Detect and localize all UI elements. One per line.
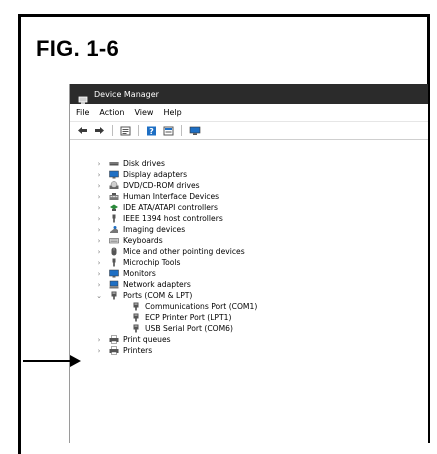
tree-item-ide-controllers[interactable]: › IDE ATA/ATAPI controllers (95, 202, 218, 213)
printer-icon (109, 346, 119, 355)
toolbar-separator (181, 125, 182, 136)
tree-item-label: Microchip Tools (123, 258, 181, 267)
tree-item-network-adapters[interactable]: › Network adapters (95, 279, 191, 290)
monitor-icon (109, 269, 119, 278)
tree-item-disk-drives[interactable]: › Disk drives (95, 158, 165, 169)
tree-item-label: Print queues (123, 335, 171, 344)
figure-label: FIG. 1-6 (36, 36, 120, 61)
display-adapter-icon (109, 170, 119, 179)
chevron-right-icon[interactable]: › (95, 347, 103, 355)
chevron-right-icon[interactable]: › (95, 237, 103, 245)
port-icon (131, 302, 141, 311)
tree-item-keyboards[interactable]: › Keyboards (95, 235, 163, 246)
toolbar: ? (70, 122, 428, 140)
menu-help[interactable]: Help (163, 108, 181, 117)
tree-item-label: Mice and other pointing devices (123, 247, 245, 256)
update-driver-icon[interactable] (162, 125, 175, 137)
chevron-right-icon[interactable]: › (95, 336, 103, 344)
tree-item-label: IEEE 1394 host controllers (123, 214, 223, 223)
connector-icon (109, 258, 119, 267)
tree-item-label: Monitors (123, 269, 156, 278)
chevron-right-icon[interactable]: › (95, 281, 103, 289)
disk-drive-icon (109, 159, 119, 168)
tree-child-com6[interactable]: USB Serial Port (COM6) (131, 323, 233, 334)
tree-item-label: ECP Printer Port (LPT1) (145, 313, 232, 322)
back-arrow-icon[interactable] (76, 125, 89, 137)
ieee1394-icon (109, 214, 119, 223)
tree-item-label: Disk drives (123, 159, 165, 168)
mouse-icon (109, 247, 119, 256)
port-icon (109, 291, 119, 300)
tree-item-printers[interactable]: › Printers (95, 345, 153, 356)
ide-controller-icon (109, 203, 119, 212)
tree-child-lpt1[interactable]: ECP Printer Port (LPT1) (131, 312, 231, 323)
window-title: Device Manager (94, 89, 159, 99)
callout-arrow-line (23, 360, 71, 362)
tree-item-ieee1394[interactable]: › IEEE 1394 host controllers (95, 213, 223, 224)
tree-item-display-adapters[interactable]: › Display adapters (95, 169, 188, 180)
callout-arrow-icon (70, 355, 81, 367)
device-manager-window: Device Manager File Action View Help ? ›… (69, 84, 428, 443)
tree-item-label: DVD/CD-ROM drives (123, 181, 200, 190)
chevron-right-icon[interactable]: › (95, 182, 103, 190)
tree-item-ports[interactable]: ⌄ Ports (COM & LPT) (95, 290, 192, 301)
properties-icon[interactable] (119, 125, 132, 137)
menu-view[interactable]: View (134, 108, 153, 117)
chevron-right-icon[interactable]: › (95, 215, 103, 223)
tree-item-human-interface-devices[interactable]: › Human Interface Devices (95, 191, 220, 202)
printer-icon (109, 335, 119, 344)
port-icon (131, 324, 141, 333)
tree-item-label: USB Serial Port (COM6) (145, 324, 233, 333)
menu-action[interactable]: Action (99, 108, 124, 117)
hid-icon (109, 192, 119, 201)
scan-monitor-icon[interactable] (188, 125, 201, 137)
network-adapter-icon (109, 280, 119, 289)
tree-item-label: Network adapters (123, 280, 191, 289)
tree-item-label: IDE ATA/ATAPI controllers (123, 203, 218, 212)
chevron-right-icon[interactable]: › (95, 160, 103, 168)
forward-arrow-icon[interactable] (93, 125, 106, 137)
menu-file[interactable]: File (76, 108, 89, 117)
chevron-right-icon[interactable]: › (95, 204, 103, 212)
chevron-right-icon[interactable]: › (95, 270, 103, 278)
tree-item-label: Display adapters (123, 170, 188, 179)
tree-item-mice[interactable]: › Mice and other pointing devices (95, 246, 245, 257)
svg-text:?: ? (149, 127, 154, 136)
chevron-right-icon[interactable]: › (95, 259, 103, 267)
tree-item-label: Human Interface Devices (123, 192, 220, 201)
tree-item-monitors[interactable]: › Monitors (95, 268, 156, 279)
tree-item-print-queues[interactable]: › Print queues (95, 334, 171, 345)
chevron-right-icon[interactable]: › (95, 248, 103, 256)
tree-item-imaging-devices[interactable]: › Imaging devices (95, 224, 186, 235)
tree-item-microchip-tools[interactable]: › Microchip Tools (95, 257, 181, 268)
chevron-right-icon[interactable]: › (95, 226, 103, 234)
title-bar[interactable]: Device Manager (70, 84, 428, 104)
tree-item-dvd-cd-rom-drives[interactable]: › DVD/CD-ROM drives (95, 180, 200, 191)
chevron-right-icon[interactable]: › (95, 171, 103, 179)
tree-item-label: Ports (COM & LPT) (123, 291, 193, 300)
chevron-right-icon[interactable]: › (95, 193, 103, 201)
help-icon[interactable]: ? (145, 125, 158, 137)
tree-child-com1[interactable]: Communications Port (COM1) (131, 301, 257, 312)
menu-bar: File Action View Help (70, 104, 428, 122)
tree-item-label: Imaging devices (123, 225, 186, 234)
keyboard-icon (109, 236, 119, 245)
dvd-drive-icon (109, 181, 119, 190)
toolbar-separator (112, 125, 113, 136)
chevron-down-icon[interactable]: ⌄ (95, 292, 103, 300)
tree-item-label: Printers (123, 346, 153, 355)
device-manager-icon (78, 90, 88, 104)
tree-item-label: Keyboards (123, 236, 163, 245)
tree-item-label: Communications Port (COM1) (145, 302, 258, 311)
camera-icon (109, 225, 119, 234)
port-icon (131, 313, 141, 322)
toolbar-separator (138, 125, 139, 136)
